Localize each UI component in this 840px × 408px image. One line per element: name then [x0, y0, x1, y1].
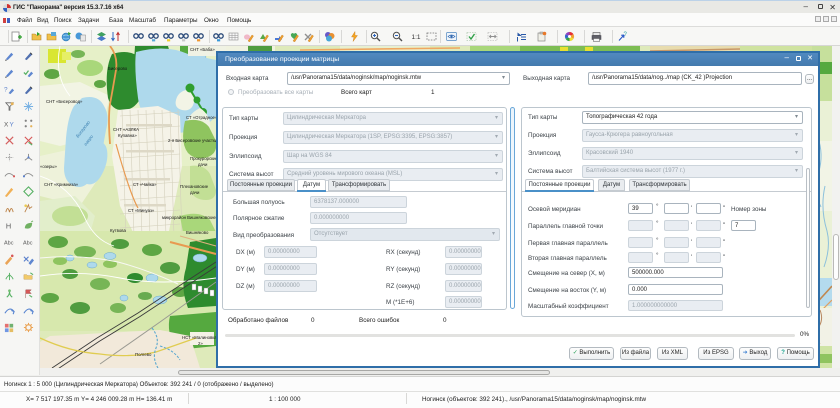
svg-text:СНТ «Бисеровод»: СНТ «Бисеровод»	[46, 99, 83, 104]
svg-text:Abc: Abc	[4, 240, 14, 246]
svg-text:Y: Y	[10, 121, 15, 128]
svg-text:Бисерово: Бисерово	[108, 66, 128, 71]
svg-text:1:1: 1:1	[412, 34, 421, 41]
svg-text:H: H	[6, 221, 11, 230]
svg-text:Прокурорские: Прокурорские	[190, 156, 218, 161]
svg-text:СТ «Минуаз»: СТ «Минуаз»	[128, 208, 155, 213]
svg-text:дачи: дачи	[190, 190, 200, 195]
svg-text:Abc: Abc	[23, 240, 33, 246]
svg-text:микрорайон Вишняковские: микрорайон Вишняковские	[162, 215, 217, 220]
svg-text:Кутвова: Кутвова	[110, 228, 126, 233]
svg-text:2-я Бисеровские участки: 2-я Бисеровские участки	[168, 138, 218, 143]
svg-text:СНТ «Кримниза»: СНТ «Кримниза»	[44, 182, 79, 187]
svg-text:?: ?	[4, 86, 8, 93]
svg-text:X: X	[4, 121, 9, 128]
svg-text:СНТ «Баба»: СНТ «Баба»	[190, 47, 215, 52]
svg-text:Вишняково: Вишняково	[186, 230, 209, 235]
svg-text:?: ?	[624, 32, 628, 38]
svg-text:СТ «Отрадное»: СТ «Отрадное»	[186, 115, 218, 120]
svg-text:СТ «Чайка»: СТ «Чайка»	[133, 182, 157, 187]
svg-text:2»: 2»	[198, 341, 203, 346]
svg-text:СНТ «АЗЛКА: СНТ «АЗЛКА	[113, 127, 139, 132]
svg-text:НСТ «Малиновка: НСТ «Малиновка	[182, 335, 217, 340]
svg-text:дачи: дачи	[198, 162, 208, 167]
svg-text:«озеры»: «озеры»	[40, 164, 58, 169]
svg-text:Полгево: Полгево	[135, 352, 152, 357]
svg-text:Купавна»: Купавна»	[118, 133, 137, 138]
svg-text:Плехановские: Плехановские	[180, 184, 209, 189]
